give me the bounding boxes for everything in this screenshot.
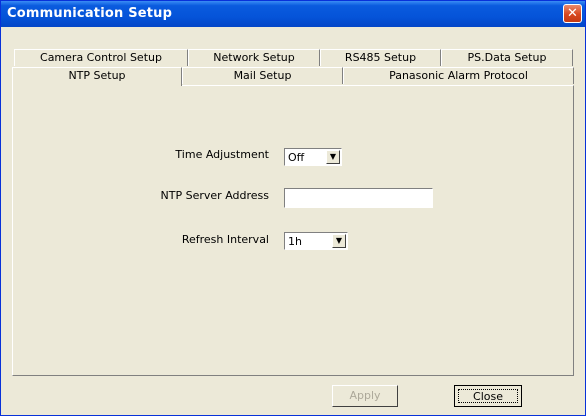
tab-label: Mail Setup — [233, 69, 292, 82]
chevron-down-icon[interactable]: ▼ — [332, 234, 346, 248]
ntp-server-address-label: NTP Server Address — [160, 189, 269, 202]
tab-camera-control-setup[interactable]: Camera Control Setup — [14, 49, 188, 66]
time-adjustment-label: Time Adjustment — [175, 148, 269, 161]
tab-rs485-setup[interactable]: RS485 Setup — [320, 49, 441, 66]
tab-ntp-setup[interactable]: NTP Setup — [12, 67, 182, 86]
refresh-interval-label: Refresh Interval — [181, 233, 269, 246]
tab-panasonic-alarm-protocol[interactable]: Panasonic Alarm Protocol — [343, 67, 574, 84]
time-adjustment-select[interactable]: Off ▼ — [284, 148, 342, 166]
tab-label: PS.Data Setup — [467, 51, 547, 64]
tab-label: Panasonic Alarm Protocol — [389, 69, 528, 82]
close-button-label: Close — [458, 389, 518, 403]
window-title: Communication Setup — [7, 6, 173, 21]
time-adjustment-value: Off — [288, 151, 305, 164]
tab-network-setup[interactable]: Network Setup — [188, 49, 320, 66]
tab-label: RS485 Setup — [344, 51, 417, 64]
tab-ps-data-setup[interactable]: PS.Data Setup — [441, 49, 573, 66]
refresh-interval-value: 1h — [288, 235, 302, 248]
refresh-interval-select[interactable]: 1h ▼ — [284, 232, 348, 250]
tab-panel-ntp — [12, 85, 574, 376]
ntp-server-address-field[interactable] — [284, 188, 433, 208]
tab-label: Network Setup — [213, 51, 295, 64]
tab-mail-setup[interactable]: Mail Setup — [182, 67, 343, 84]
chevron-down-icon[interactable]: ▼ — [326, 150, 340, 164]
tab-label: NTP Setup — [68, 69, 126, 82]
tab-label: Camera Control Setup — [40, 51, 162, 64]
title-bar[interactable]: Communication Setup ✕ — [1, 1, 585, 27]
close-icon[interactable]: ✕ — [563, 4, 582, 23]
apply-button[interactable]: Apply — [332, 385, 398, 407]
dialog-window: Communication Setup ✕ Camera Control Set… — [0, 0, 586, 416]
close-button[interactable]: Close — [454, 385, 522, 407]
